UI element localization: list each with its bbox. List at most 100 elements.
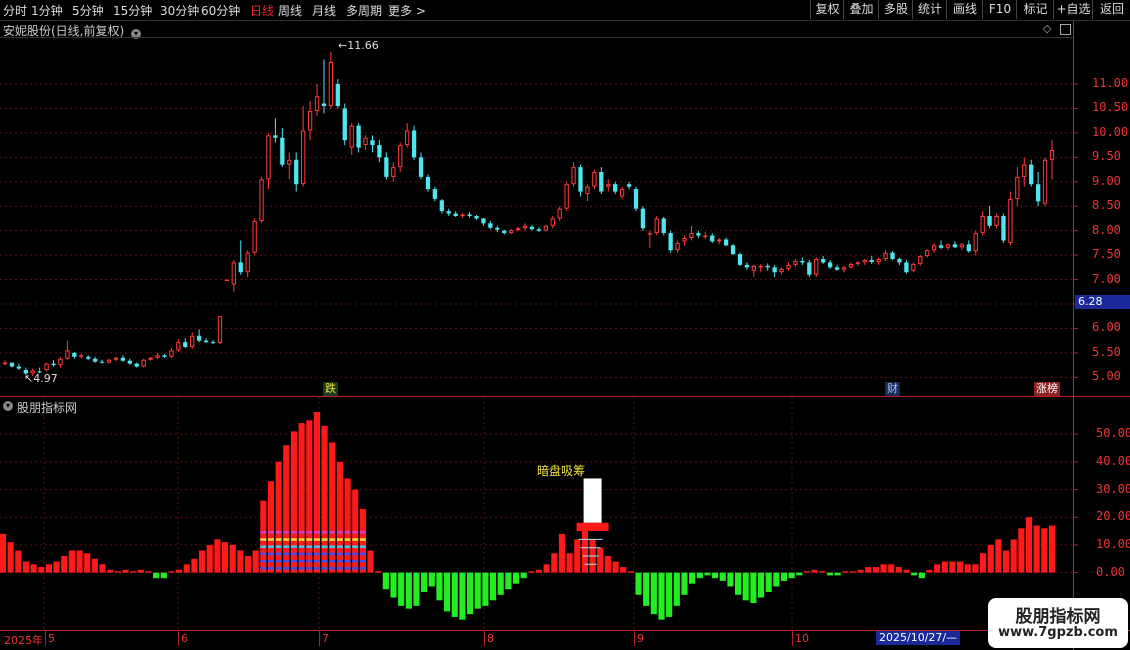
indicator-band xyxy=(336,538,343,541)
candle-body xyxy=(210,342,216,344)
indicator-bar-positive xyxy=(597,547,604,573)
marker-finance[interactable]: 财 xyxy=(885,382,900,396)
candle-body xyxy=(827,262,833,268)
candle-body xyxy=(619,189,625,197)
indicator-bar-positive xyxy=(819,571,826,573)
indicator-bar-negative xyxy=(482,572,489,606)
indicator-bar-positive xyxy=(888,564,895,573)
indicator-band xyxy=(306,567,313,570)
indicator-band xyxy=(321,567,328,570)
high-price-label: ←11.66 xyxy=(338,39,379,52)
indicator-bar-negative xyxy=(911,572,918,576)
indicator-bar-positive xyxy=(206,544,213,573)
indicator-bar-negative xyxy=(780,572,788,581)
indicator-bar-negative xyxy=(719,572,726,581)
indicator-bar-positive xyxy=(980,553,987,573)
candle-body xyxy=(904,262,909,273)
candle-body xyxy=(460,214,465,217)
candle-body xyxy=(938,245,944,248)
indicator-bar-negative xyxy=(689,572,696,584)
indicator-band xyxy=(359,531,366,534)
candle-body xyxy=(411,130,417,158)
chart-canvas[interactable] xyxy=(0,0,1130,650)
indicator-bar-positive xyxy=(61,556,68,573)
indicator-band xyxy=(290,552,298,556)
candle-body xyxy=(446,211,451,214)
indicator-bar-positive xyxy=(995,539,1002,573)
indicator-band xyxy=(344,545,351,548)
grid-lines xyxy=(0,83,1078,630)
indicator-band xyxy=(290,545,298,548)
indicator-bar-positive xyxy=(221,542,229,573)
candle-body xyxy=(176,342,181,351)
marker-fall[interactable]: 跌 xyxy=(323,382,338,396)
candle-body xyxy=(1008,198,1013,243)
candle-body xyxy=(425,176,431,190)
date-axis-label: 9 xyxy=(637,632,644,645)
candle-body xyxy=(751,265,756,271)
candle-body xyxy=(855,262,861,264)
indicator-bar-positive xyxy=(306,420,313,573)
candle-body xyxy=(606,184,611,187)
candle-body xyxy=(994,216,999,226)
candle-body xyxy=(737,254,743,265)
candle-body xyxy=(869,260,874,262)
indicator-band xyxy=(344,538,351,541)
indicator-bar-negative xyxy=(673,572,680,606)
indicator-bar-positive xyxy=(849,571,856,573)
candle-body xyxy=(717,239,722,242)
indicator-band xyxy=(260,552,267,556)
marker-rise-rank[interactable]: 涨榜 xyxy=(1034,382,1060,396)
indicator-band xyxy=(336,531,343,534)
indicator-band xyxy=(267,567,275,570)
indicator-band xyxy=(359,552,366,556)
candle-body xyxy=(585,186,590,195)
indicator-bar-positive xyxy=(803,571,811,573)
indicator-bar-positive xyxy=(375,571,382,573)
indicator-band xyxy=(283,531,290,534)
indicator-band xyxy=(306,538,313,541)
indicator-bar-positive xyxy=(903,569,910,573)
indicator-band xyxy=(306,531,313,534)
candle-body xyxy=(418,157,424,177)
indicator-band xyxy=(267,552,275,556)
indicator-bar-positive xyxy=(22,561,30,573)
candle-body xyxy=(841,267,847,270)
candle-body xyxy=(72,352,77,357)
indicator-bar-positive xyxy=(191,558,198,573)
indicator-bar-positive xyxy=(1002,550,1010,573)
indicator-band xyxy=(298,531,305,534)
candle-body xyxy=(141,359,146,367)
indicator-bar-positive xyxy=(811,569,818,573)
indicator-bar-positive xyxy=(872,567,879,573)
indicator-band xyxy=(344,567,351,570)
candle-body xyxy=(99,361,105,363)
candle-body xyxy=(280,137,285,165)
indicator-band xyxy=(260,559,267,563)
indicator-band xyxy=(275,552,282,556)
indicator-band xyxy=(329,567,336,570)
candle-body xyxy=(876,259,881,262)
candle-body xyxy=(1035,184,1041,202)
watermark-title: 股朋指标网 xyxy=(1015,607,1101,627)
indicator-band xyxy=(283,545,290,548)
candle-body xyxy=(79,355,84,357)
indicator-band xyxy=(298,552,305,556)
candle-body xyxy=(675,242,680,251)
indicator-bar-positive xyxy=(168,571,175,573)
indicator-bar-positive xyxy=(865,567,872,573)
indicator-band xyxy=(344,552,351,556)
candle-body xyxy=(148,357,153,360)
candle-body xyxy=(127,360,132,364)
indicator-bar-positive xyxy=(76,550,83,573)
candle-body xyxy=(481,218,486,224)
indicator-bar-positive xyxy=(1033,525,1040,573)
indicator-bar-positive xyxy=(145,571,152,573)
indicator-chevron-icon[interactable]: ▾ xyxy=(3,401,13,411)
indicator-band xyxy=(306,545,313,548)
date-tick xyxy=(634,631,635,646)
indicator-bar-positive xyxy=(229,544,236,573)
indicator-bar-positive xyxy=(842,571,849,573)
date-tick xyxy=(178,631,179,646)
indicator-bars xyxy=(0,412,1056,620)
